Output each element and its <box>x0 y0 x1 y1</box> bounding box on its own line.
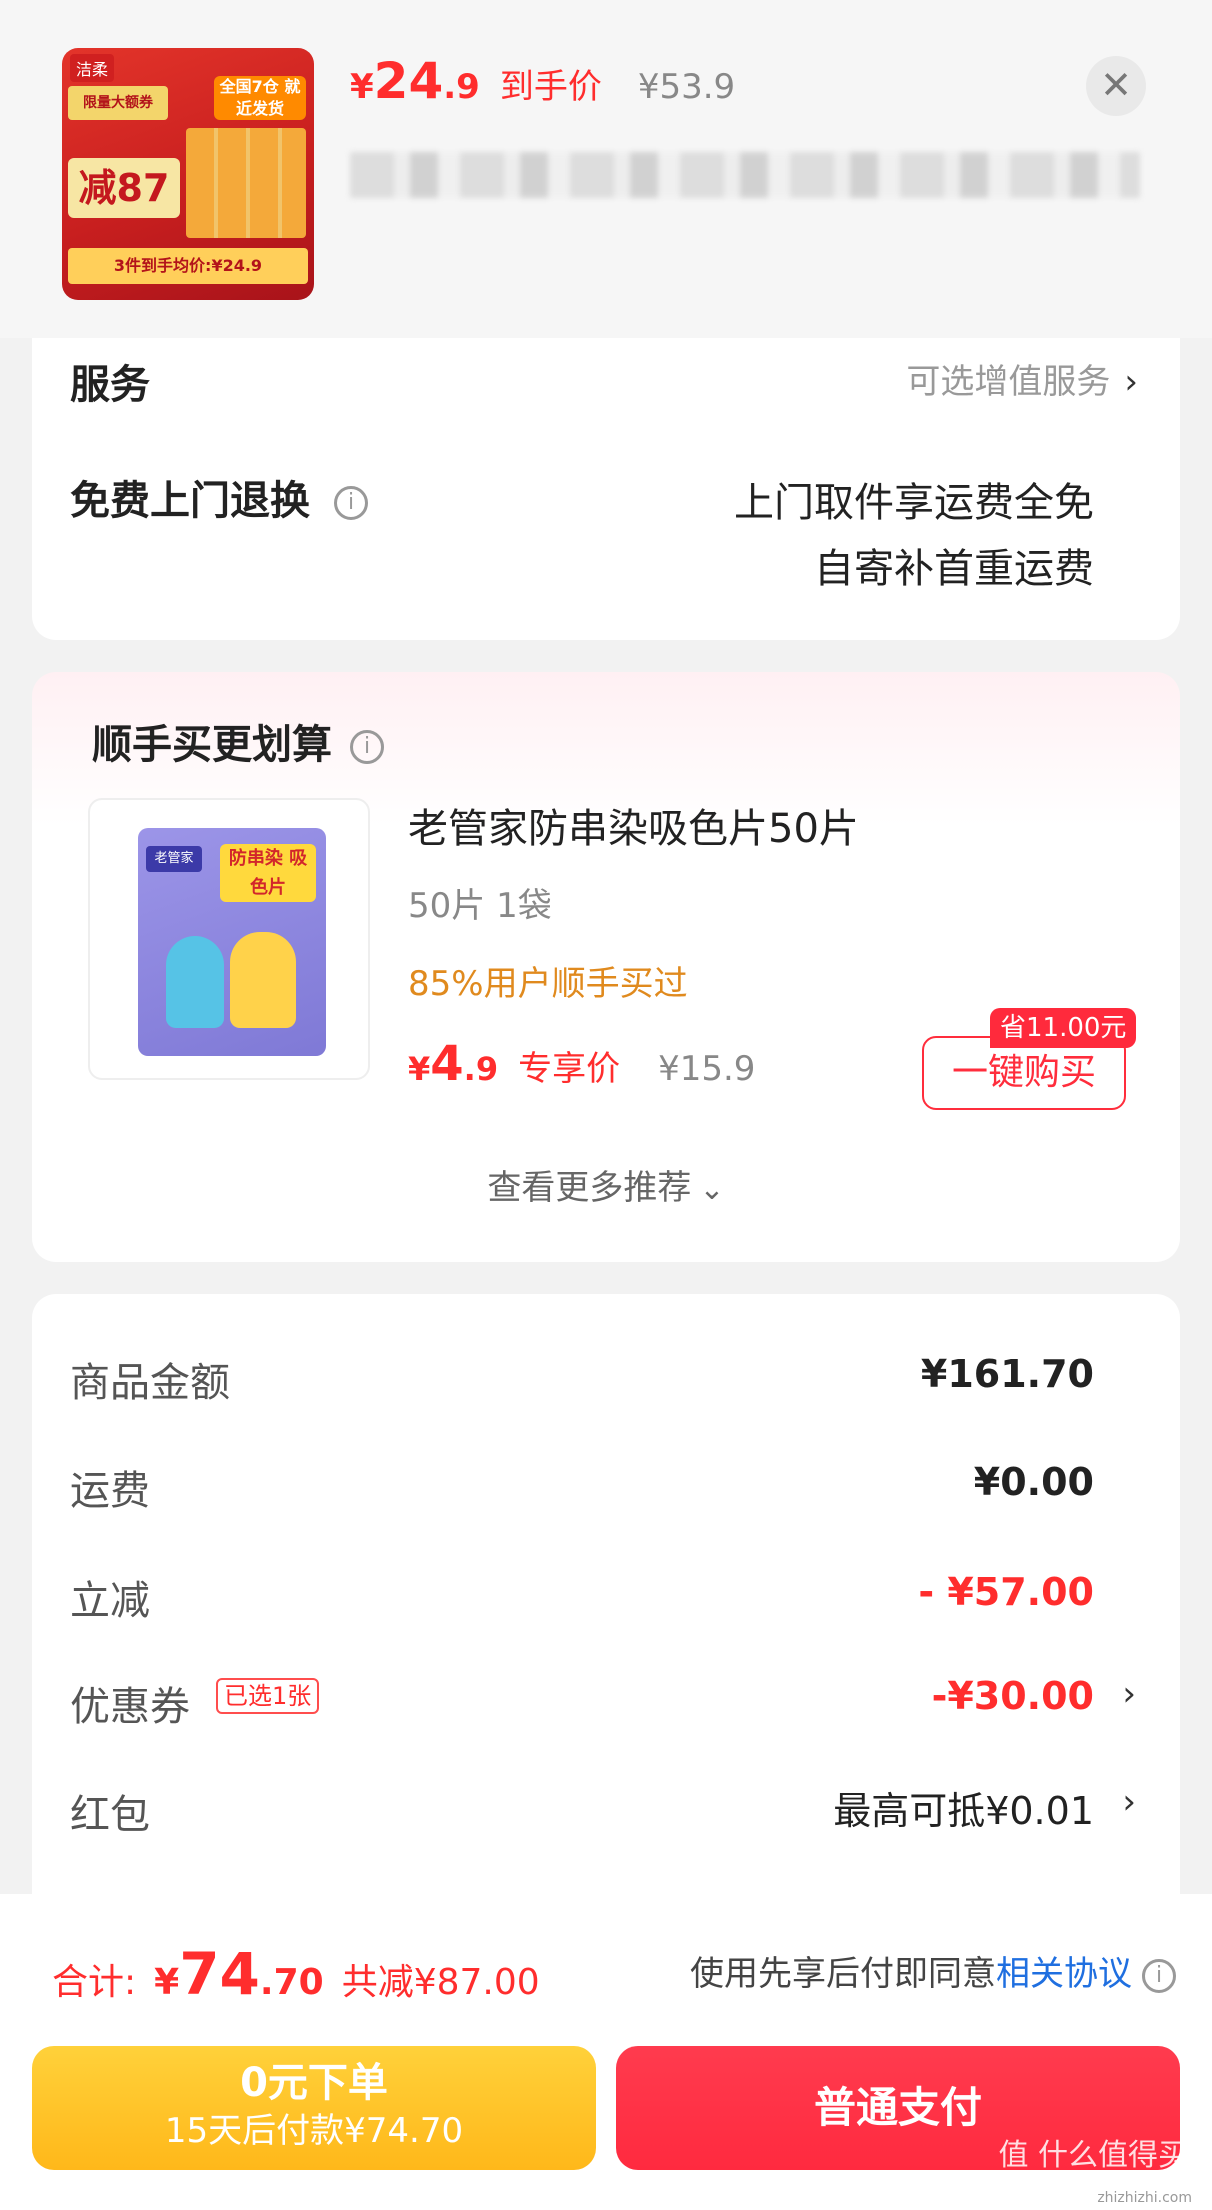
total-yen: ¥ <box>154 1962 180 2003</box>
order-confirm-page: 洁柔 限量大额券 全国7仓 就近发货 减87 3件到手均价:¥24.9 ¥ 24… <box>0 0 1212 2210</box>
price-tag: 专享价 <box>518 1049 621 1089</box>
addon-title-text: 顺手买更划算 <box>92 722 332 768</box>
return-self-send-text: 自寄补首重运费 <box>814 546 1094 592</box>
dress-illustration-blue <box>166 936 224 1028</box>
close-button[interactable]: ✕ <box>1086 56 1146 116</box>
addon-product-name[interactable]: 老管家防串染吸色片50片 <box>408 796 859 854</box>
thumb-promo-big: 减87 <box>68 158 180 218</box>
thumb-product-boxes <box>186 128 306 238</box>
summary-value-redpacket[interactable]: 最高可抵¥0.01 <box>833 1780 1094 1835</box>
close-icon: ✕ <box>1100 63 1132 107</box>
info-icon[interactable]: i <box>334 486 368 520</box>
value-added-service-label: 可选增值服务 <box>906 362 1111 402</box>
price-integer: 24 <box>373 52 444 110</box>
info-icon[interactable]: i <box>350 730 384 764</box>
pay-later-button[interactable]: 0元下单 15天后付款¥74.70 <box>32 2046 596 2170</box>
total-amount: 合计: ¥ 74 .70 共减¥87.00 <box>52 1940 540 2008</box>
free-return-label: 免费上门退换 i <box>70 468 368 526</box>
product-thumbnail: 洁柔 限量大额券 全国7仓 就近发货 减87 3件到手均价:¥24.9 <box>62 48 314 300</box>
header-price: ¥ 24 .9 到手价 ¥53.9 <box>350 52 735 110</box>
package-title: 防串染 吸色片 <box>220 844 316 902</box>
service-card: 服务 可选增值服务 › 免费上门退换 i 上门取件享运费全免 自寄补首重运费 <box>32 338 1180 640</box>
agreement-link[interactable]: 相关协议 <box>996 1954 1132 1994</box>
free-return-text: 免费上门退换 <box>70 478 310 524</box>
agreement-notice: 使用先享后付即同意相关协议 i <box>690 1946 1176 1995</box>
blurred-product-title <box>350 152 1140 198</box>
summary-value-discount: - ¥57.00 <box>918 1570 1094 1614</box>
price-decimal: .9 <box>443 67 480 107</box>
agreement-text: 使用先享后付即同意 <box>690 1954 996 1994</box>
watermark-url: zhizhizhi.com <box>1097 2190 1192 2206</box>
return-pickup-text: 上门取件享运费全免 <box>734 480 1094 526</box>
more-recommendations-link[interactable]: 查看更多推荐 ⌄ <box>32 1160 1180 1209</box>
chevron-down-icon: ⌄ <box>699 1172 725 1207</box>
product-package: 老管家 防串染 吸色片 <box>138 828 326 1056</box>
thumb-promo-top: 限量大额券 <box>68 86 168 120</box>
price-integer: 4 <box>430 1036 464 1092</box>
addon-title: 顺手买更划算 i <box>92 712 384 770</box>
chevron-right-icon[interactable]: › <box>1122 1674 1136 1714</box>
service-title: 服务 <box>70 362 150 408</box>
summary-label-goods: 商品金额 <box>70 1360 230 1406</box>
save-badge: 省11.00元 <box>990 1008 1137 1048</box>
more-recommendations-label: 查看更多推荐 <box>487 1168 692 1208</box>
price-yen: ¥ <box>408 1050 431 1088</box>
total-label: 合计: <box>52 1962 137 2003</box>
thumb-badge: 全国7仓 就近发货 <box>214 76 306 120</box>
chevron-right-icon[interactable]: › <box>1122 1782 1136 1822</box>
total-decimal: .70 <box>259 1962 324 2003</box>
total-saved: 共减¥87.00 <box>341 1962 540 2003</box>
pay-later-title: 0元下单 <box>240 2060 388 2106</box>
summary-label-discount: 立减 <box>70 1578 150 1624</box>
value-added-service-link[interactable]: 可选增值服务 › <box>906 354 1138 403</box>
addon-product-spec: 50片 1袋 <box>408 886 552 926</box>
info-icon[interactable]: i <box>1142 1958 1176 1993</box>
price-decimal: .9 <box>463 1050 499 1088</box>
price-tag: 到手价 <box>499 67 602 107</box>
original-price: ¥15.9 <box>658 1049 756 1089</box>
summary-label-coupon[interactable]: 优惠券 <box>70 1674 190 1732</box>
product-header: 洁柔 限量大额券 全国7仓 就近发货 减87 3件到手均价:¥24.9 ¥ 24… <box>0 0 1212 338</box>
summary-value-goods: ¥161.70 <box>920 1352 1094 1396</box>
price-yen: ¥ <box>350 67 374 107</box>
summary-label-shipping: 运费 <box>70 1468 150 1514</box>
summary-label-redpacket[interactable]: 红包 <box>70 1782 150 1840</box>
chevron-right-icon: › <box>1124 362 1138 402</box>
price-summary-card: 商品金额 ¥161.70 运费 ¥0.00 立减 - ¥57.00 优惠券 已选… <box>32 1294 1180 1904</box>
summary-value-shipping: ¥0.00 <box>973 1460 1094 1504</box>
total-integer: 74 <box>179 1940 260 2008</box>
package-brand: 老管家 <box>146 846 202 872</box>
thumb-brand: 洁柔 <box>70 54 115 82</box>
dress-illustration-yellow <box>230 932 296 1028</box>
addon-product-image[interactable]: 老管家 防串染 吸色片 <box>88 798 370 1080</box>
coupon-selected-tag: 已选1张 <box>216 1678 320 1714</box>
summary-value-coupon[interactable]: -¥30.00 <box>932 1674 1094 1718</box>
thumb-strip: 3件到手均价:¥24.9 <box>68 248 308 284</box>
pay-later-subtitle: 15天后付款¥74.70 <box>164 2111 464 2151</box>
watermark-logo: 值 什么值得买 <box>998 2138 1188 2173</box>
original-price: ¥53.9 <box>637 67 736 107</box>
addon-card: 顺手买更划算 i 老管家 防串染 吸色片 老管家防串染吸色片50片 50片 1袋 … <box>32 672 1180 1262</box>
addon-product-stat: 85%用户顺手买过 <box>408 964 688 1004</box>
addon-product-price: ¥ 4 .9 专享价 ¥15.9 <box>408 1036 755 1092</box>
